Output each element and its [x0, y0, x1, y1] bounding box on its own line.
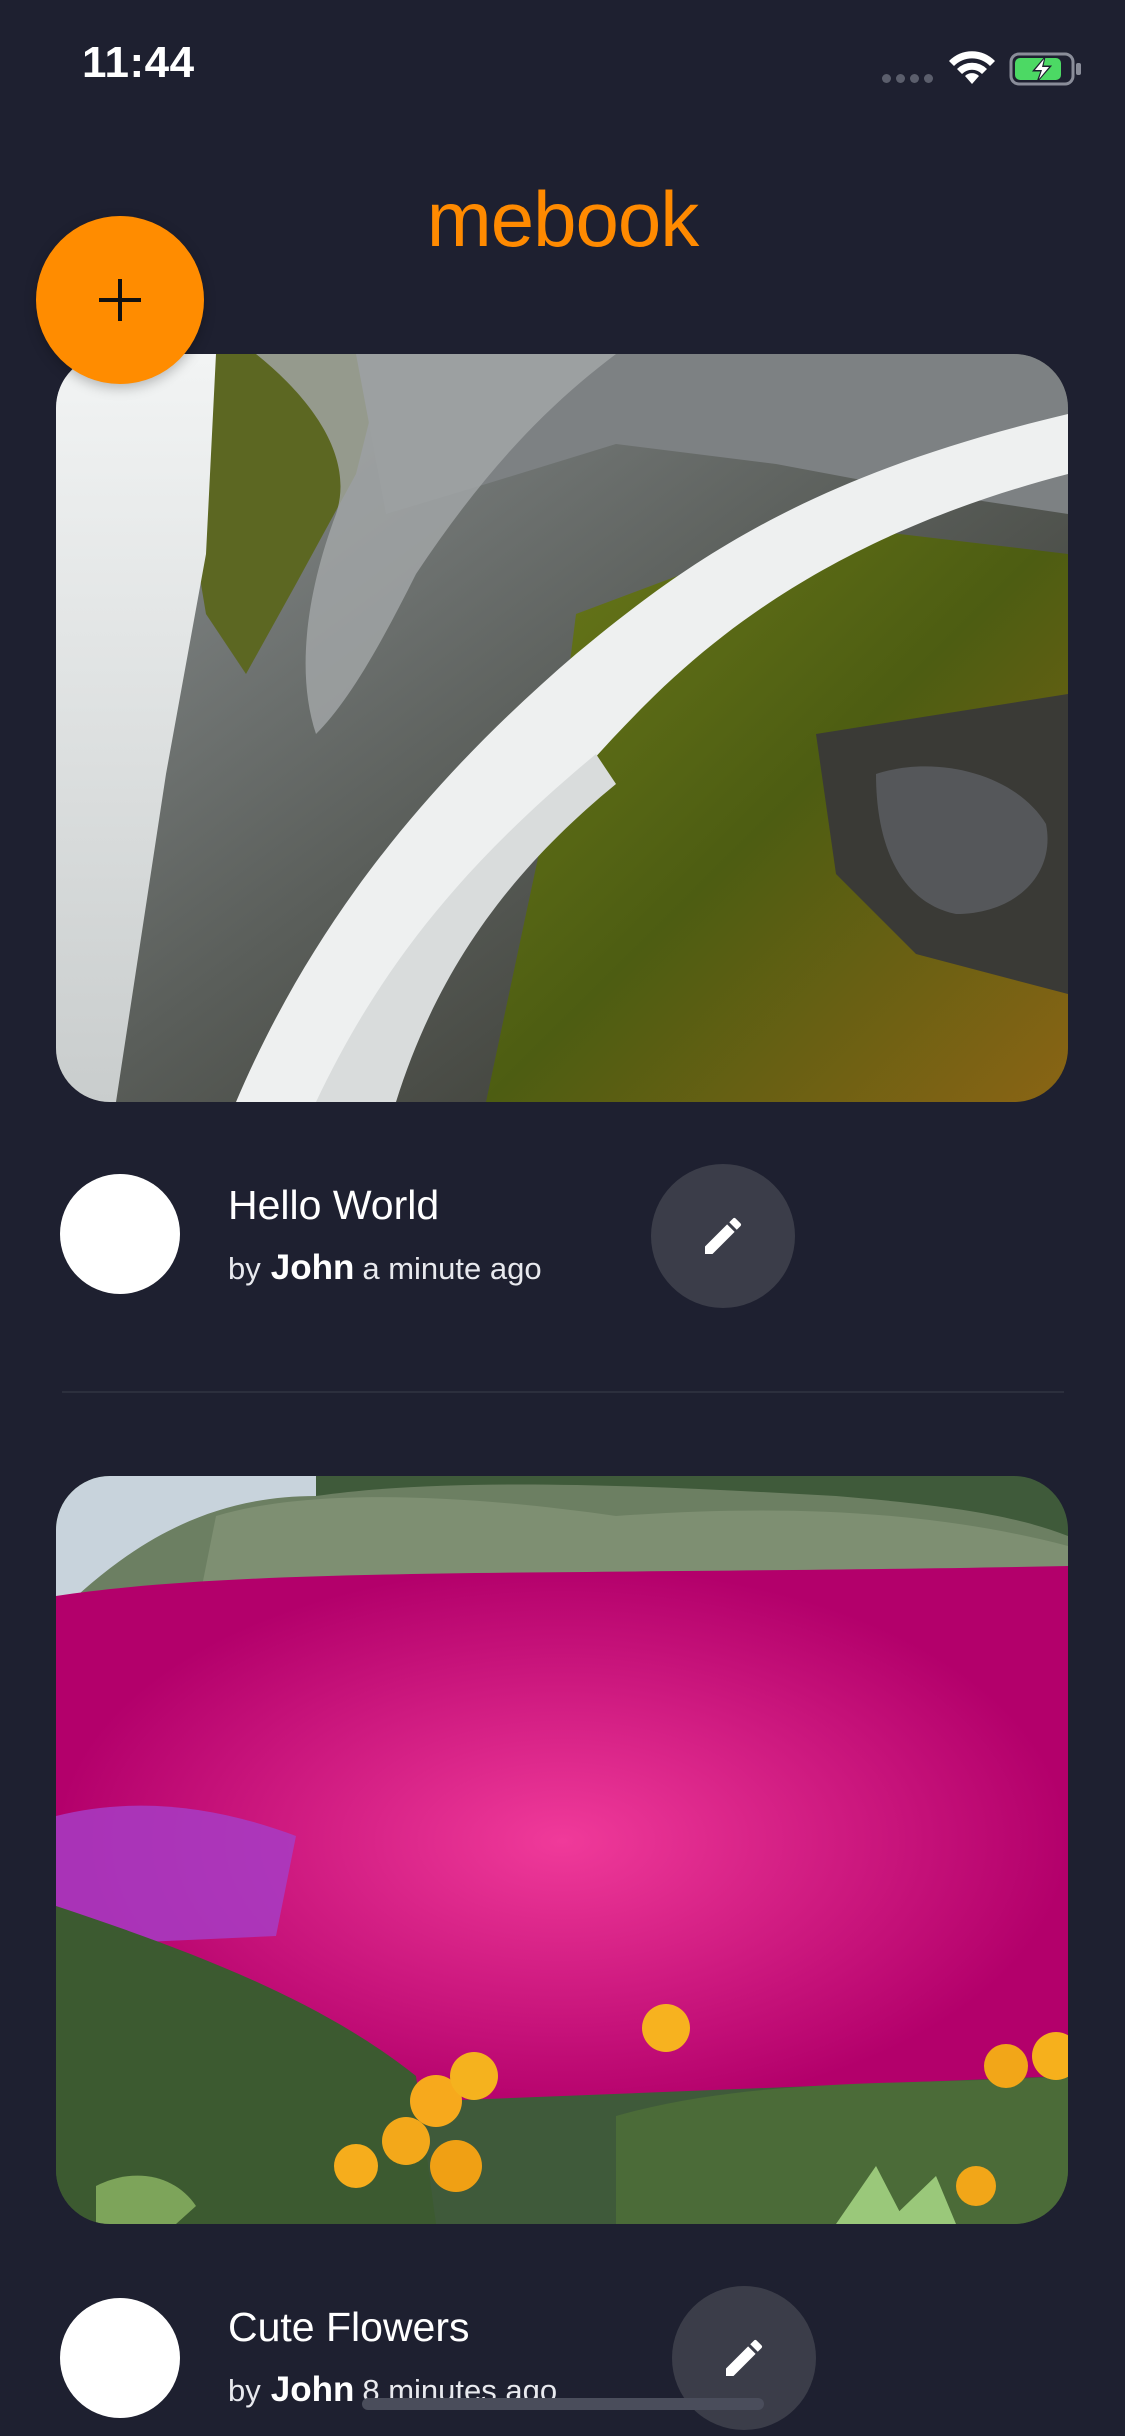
waterfall-photo: [56, 354, 1068, 1102]
flowers-photo: [56, 1476, 1068, 2224]
signal-dots-icon: [882, 74, 934, 84]
post-meta: by John a minute ago: [228, 1248, 542, 1288]
post-title: Cute Flowers: [228, 2304, 470, 2350]
home-indicator[interactable]: [362, 2398, 764, 2410]
plus-icon: [99, 279, 141, 321]
post-image[interactable]: [56, 1476, 1068, 2224]
avatar[interactable]: [60, 2298, 180, 2418]
avatar[interactable]: [60, 1174, 180, 1294]
post-card: Cute Flowers by John 8 minutes ago: [56, 1476, 1068, 2436]
post-author[interactable]: John: [271, 1248, 355, 1287]
battery-charging-icon: [1009, 52, 1081, 86]
post-card: Hello World by John a minute ago: [56, 354, 1068, 1314]
post-divider: [62, 1391, 1064, 1393]
wifi-icon: [949, 51, 995, 84]
pencil-icon: [705, 1217, 742, 1254]
by-label: by: [228, 1251, 261, 1286]
post-title: Hello World: [228, 1182, 440, 1228]
pencil-icon: [726, 2339, 763, 2376]
post-timestamp: a minute ago: [362, 1251, 542, 1286]
edit-post-button[interactable]: [651, 1164, 795, 1308]
post-author[interactable]: John: [271, 2370, 355, 2409]
add-post-button[interactable]: [36, 216, 204, 384]
status-time: 11:44: [82, 38, 195, 87]
post-image[interactable]: [56, 354, 1068, 1102]
by-label: by: [228, 2373, 261, 2408]
status-bar: 11:44: [0, 0, 1125, 132]
